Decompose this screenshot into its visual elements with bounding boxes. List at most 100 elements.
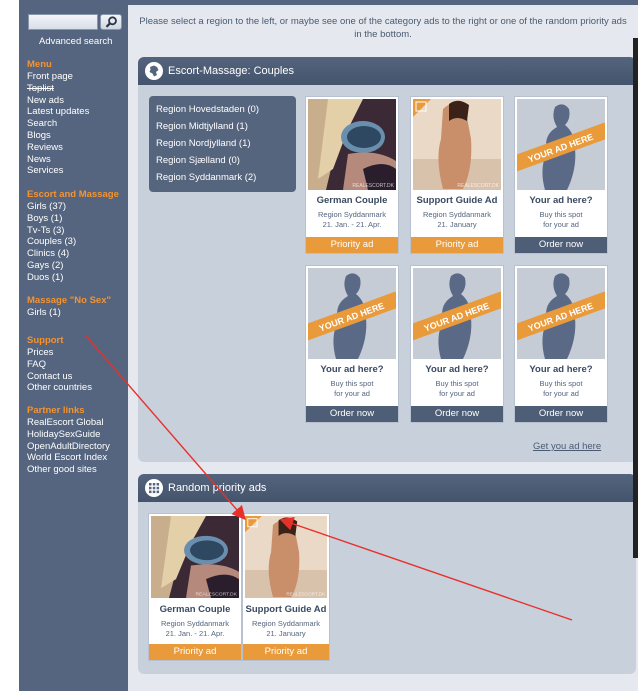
region-link-midtjylland[interactable]: Region Midtjylland (1): [149, 118, 296, 135]
ad-placeholder-image: YOUR AD HERE: [308, 268, 396, 359]
ad-region: Region Syddanmark 21. Jan. - 21. Apr.: [161, 619, 229, 638]
region-link-syddanmark[interactable]: Region Syddanmark (2): [149, 169, 296, 186]
partner-link-worldescortindex[interactable]: World Escort Index: [27, 452, 110, 464]
sidebar-item-services[interactable]: Services: [27, 165, 89, 177]
sidebar-item-girls[interactable]: Girls (37): [27, 201, 119, 213]
sidebar-item-news[interactable]: News: [27, 154, 89, 166]
ad-region: Buy this spot for your ad: [539, 210, 583, 229]
sidebar-item-blogs[interactable]: Blogs: [27, 130, 89, 142]
sidebar-item-search[interactable]: Search: [27, 118, 89, 130]
random-priority-panel: Random priority ads REALESCORT.DK German…: [138, 474, 636, 674]
ad-card-placeholder[interactable]: YOUR AD HERE Your ad here? Buy this spot…: [410, 265, 504, 423]
sidebar-partners-section: Partner links RealEscort Global HolidayS…: [27, 405, 110, 476]
watermark-text: REALESCORT.DK: [286, 591, 325, 596]
ad-region: Region Syddanmark 21. January: [252, 619, 320, 638]
panel-title: Random priority ads: [168, 482, 267, 494]
priority-ad-button[interactable]: Priority ad: [243, 644, 329, 660]
scrollbar[interactable]: [633, 38, 638, 558]
grid-icon: [145, 479, 163, 497]
ad-region: Region Syddanmark 21. January: [423, 210, 491, 229]
sidebar-heading: Menu: [27, 59, 52, 70]
ad-placeholder-image: YOUR AD HERE: [413, 268, 501, 359]
sidebar-item-duos[interactable]: Duos (1): [27, 272, 119, 284]
order-now-button[interactable]: Order now: [306, 406, 398, 422]
sidebar-item-boys[interactable]: Boys (1): [27, 213, 119, 225]
header-strip: [128, 0, 638, 5]
sidebar-heading: Escort and Massage: [27, 189, 119, 200]
search-button[interactable]: [100, 14, 122, 30]
sidebar-escort-section: Escort and Massage Girls (37) Boys (1) T…: [27, 189, 119, 284]
priority-ad-button[interactable]: Priority ad: [411, 237, 503, 253]
partner-link-openadultdirectory[interactable]: OpenAdultDirectory: [27, 441, 110, 453]
sidebar-item-front-page[interactable]: Front page: [27, 71, 89, 83]
priority-ad-button[interactable]: Priority ad: [306, 237, 398, 253]
panel-header: Escort-Massage: Couples: [138, 57, 636, 85]
sidebar-support-section: Support Prices FAQ Contact us Other coun…: [27, 335, 92, 394]
ad-photo: REALESCORT.DK: [413, 99, 501, 190]
sidebar-heading: Massage "No Sex": [27, 295, 111, 306]
ad-photo: REALESCORT.DK: [245, 516, 327, 598]
partner-link-holidaysexguide[interactable]: HolidaySexGuide: [27, 429, 110, 441]
sidebar-item-prices[interactable]: Prices: [27, 347, 92, 359]
intro-text: Please select a region to the left, or m…: [139, 16, 627, 40]
region-list: Region Hovedstaden (0) Region Midtjyllan…: [149, 96, 296, 192]
partner-link-other-sites[interactable]: Other good sites: [27, 464, 110, 476]
ad-region: Buy this spot for your ad: [539, 379, 583, 398]
sidebar-heading: Support: [27, 335, 64, 346]
ad-card-german-couple[interactable]: REALESCORT.DK German Couple Region Sydda…: [305, 96, 399, 254]
get-ad-link[interactable]: Get you ad here: [533, 441, 601, 452]
ad-title: Your ad here?: [529, 195, 593, 206]
watermark-text: REALESCORT.DK: [195, 592, 237, 598]
ad-placeholder-image: YOUR AD HERE: [517, 99, 605, 190]
ad-title: German Couple: [159, 604, 231, 615]
order-now-button[interactable]: Order now: [411, 406, 503, 422]
ad-card-placeholder[interactable]: YOUR AD HERE Your ad here? Buy this spot…: [305, 265, 399, 423]
search-input[interactable]: [28, 14, 98, 30]
ad-title: Support Guide Ad: [245, 604, 327, 615]
ad-card-placeholder[interactable]: YOUR AD HERE Your ad here? Buy this spot…: [514, 96, 608, 254]
region-link-nordjylland[interactable]: Region Nordjylland (1): [149, 135, 296, 152]
sidebar-item-other-countries[interactable]: Other countries: [27, 382, 92, 394]
ad-title: Your ad here?: [320, 364, 384, 375]
ad-title: Your ad here?: [425, 364, 489, 375]
ad-region: Buy this spot for your ad: [330, 379, 374, 398]
sidebar-item-faq[interactable]: FAQ: [27, 359, 92, 371]
sidebar-item-latest-updates[interactable]: Latest updates: [27, 106, 89, 118]
advanced-search-link[interactable]: Advanced search: [39, 36, 112, 47]
ad-title: Your ad here?: [529, 364, 593, 375]
ad-region: Buy this spot for your ad: [435, 379, 479, 398]
main-content: Please select a region to the left, or m…: [128, 0, 638, 691]
sidebar-item-contact[interactable]: Contact us: [27, 371, 92, 383]
globe-icon: [145, 62, 163, 80]
partner-link-realescort[interactable]: RealEscort Global: [27, 417, 110, 429]
sidebar-item-couples[interactable]: Couples (3): [27, 236, 119, 248]
panel-header: Random priority ads: [138, 474, 636, 502]
ad-card-placeholder[interactable]: YOUR AD HERE Your ad here? Buy this spot…: [514, 265, 608, 423]
ad-title: Support Guide Ad: [416, 195, 498, 206]
panel-title: Escort-Massage: Couples: [168, 65, 294, 77]
category-panel: Escort-Massage: Couples Region Hovedstad…: [138, 57, 636, 462]
watermark-text: REALESCORT.DK: [457, 183, 499, 189]
region-link-hovedstaden[interactable]: Region Hovedstaden (0): [149, 101, 296, 118]
region-link-sjaelland[interactable]: Region Sjælland (0): [149, 152, 296, 169]
ad-region: Region Syddanmark 21. Jan. - 21. Apr.: [318, 210, 386, 229]
search-bar: [28, 14, 122, 32]
ad-placeholder-image: YOUR AD HERE: [517, 268, 605, 359]
order-now-button[interactable]: Order now: [515, 406, 607, 422]
sidebar-item-reviews[interactable]: Reviews: [27, 142, 89, 154]
sidebar-item-nosex-girls[interactable]: Girls (1): [27, 307, 111, 319]
sidebar-item-tvts[interactable]: Tv-Ts (3): [27, 225, 119, 237]
sidebar-item-clinics[interactable]: Clinics (4): [27, 248, 119, 260]
sidebar-item-new-ads[interactable]: New ads: [27, 95, 89, 107]
ad-title: German Couple: [316, 195, 388, 206]
order-now-button[interactable]: Order now: [515, 237, 607, 253]
ad-photo: REALESCORT.DK: [308, 99, 396, 190]
sidebar-item-toplist[interactable]: Toplist: [27, 83, 89, 95]
ad-card-support-guide[interactable]: REALESCORT.DK Support Guide Ad Region Sy…: [242, 513, 330, 661]
ad-card-support-guide[interactable]: REALESCORT.DK Support Guide Ad Region Sy…: [410, 96, 504, 254]
ad-card-german-couple[interactable]: REALESCORT.DK German Couple Region Sydda…: [148, 513, 242, 661]
ad-photo: REALESCORT.DK: [151, 516, 239, 598]
sidebar-item-gays[interactable]: Gays (2): [27, 260, 119, 272]
sidebar-heading: Partner links: [27, 405, 85, 416]
priority-ad-button[interactable]: Priority ad: [149, 644, 241, 660]
